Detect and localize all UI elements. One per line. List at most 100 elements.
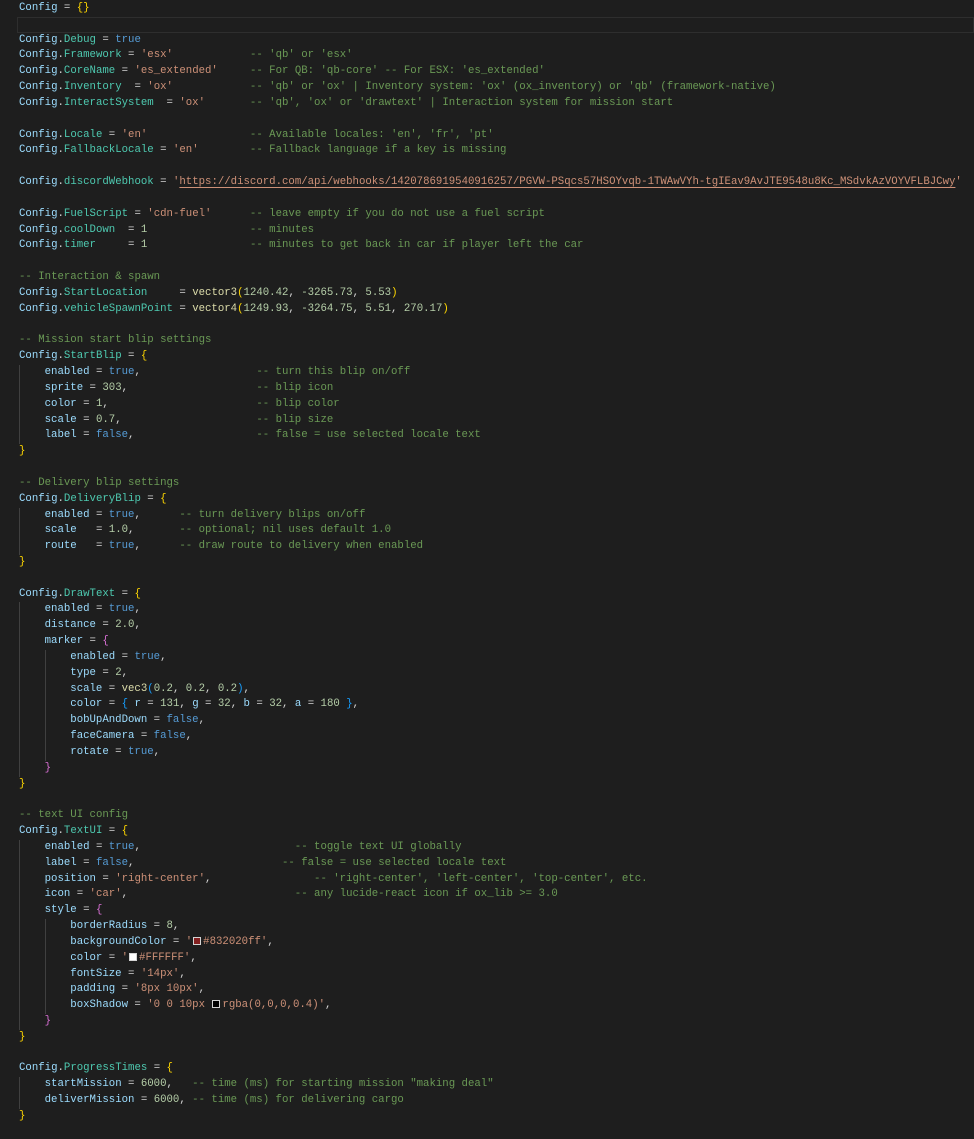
property: InteractSystem [63, 96, 154, 109]
comment: -- Fallback language if a key is missing [249, 144, 507, 157]
number: 1249.93 [243, 302, 289, 315]
code-line[interactable]: position = 'right-center', -- 'right-cen… [19, 871, 974, 888]
code-line[interactable]: type = 2, [19, 665, 974, 682]
code-line[interactable]: Config = {} [19, 1, 974, 17]
code-line[interactable]: Config.TextUI = { [19, 824, 974, 840]
code-line[interactable]: scale = vec3(0.2, 0.2, 0.2), [19, 681, 974, 698]
code-line[interactable]: sprite = 303, -- blip icon [19, 380, 974, 397]
comment: -- Mission start blip settings [19, 334, 212, 347]
code-line[interactable]: -- Mission start blip settings [19, 333, 974, 349]
property: StartLocation [63, 286, 148, 299]
color-swatch-icon[interactable] [212, 1000, 221, 1009]
code-line[interactable]: Config.Debug = true [19, 33, 974, 49]
code-line[interactable]: startMission = 6000, -- time (ms) for st… [19, 1077, 974, 1094]
bracket: { [121, 825, 129, 838]
code-line[interactable]: } [19, 555, 974, 571]
code-line[interactable]: rotate = true, [19, 744, 974, 761]
code-line[interactable]: } [19, 444, 974, 460]
code-line[interactable]: Config.discordWebhook = 'https://discord… [19, 175, 974, 191]
webhook-url-link[interactable]: https://discord.com/api/webhooks/1420786… [179, 176, 955, 188]
code-line[interactable]: -- text UI config [19, 808, 974, 824]
indent-guide [19, 665, 45, 682]
code-line[interactable]: Config.InteractSystem = 'ox' -- 'qb', 'o… [19, 96, 974, 112]
code-line[interactable]: } [19, 1014, 974, 1030]
punctuation: , [115, 413, 257, 426]
code-line[interactable]: backgroundColor = ' #832020ff', [19, 934, 974, 951]
code-line[interactable] [19, 159, 974, 175]
code-line[interactable] [19, 191, 974, 207]
code-line[interactable]: Config.Inventory = 'ox' -- 'qb' or 'ox' … [19, 80, 974, 96]
code-line[interactable]: Config.FuelScript = 'cdn-fuel' -- leave … [19, 207, 974, 223]
indent-guide [44, 998, 71, 1014]
code-line[interactable]: icon = 'car', -- any lucide-react icon i… [19, 887, 974, 904]
punctuation: = [102, 825, 122, 838]
code-line[interactable]: boxShadow = '0 0 10px rgba(0,0,0,0.4)', [19, 998, 974, 1014]
code-line[interactable]: distance = 2.0, [19, 618, 974, 635]
code-line[interactable]: scale = 0.7, -- blip size [19, 412, 974, 429]
property: StartBlip [63, 350, 122, 363]
code-line[interactable]: Config.StartBlip = { [19, 349, 974, 365]
comment: -- Delivery blip settings [19, 476, 180, 489]
code-line[interactable]: enabled = true, [19, 649, 974, 666]
code-line[interactable]: borderRadius = 8, [19, 919, 974, 935]
identifier: enabled [44, 366, 90, 379]
code-line[interactable]: color = { r = 131, g = 32, b = 32, a = 1… [19, 697, 974, 714]
code-line[interactable]: fontSize = '14px', [19, 966, 974, 983]
code-line[interactable]: style = { [19, 903, 974, 920]
code-line[interactable]: bobUpAndDown = false, [19, 713, 974, 730]
current-line[interactable] [17, 16, 974, 33]
code-line[interactable]: faceCamera = false, [19, 729, 974, 745]
code-line[interactable]: enabled = true, -- turn this blip on/off [19, 365, 974, 381]
code-line[interactable]: Config.coolDown = 1 -- minutes [19, 223, 974, 239]
code-line[interactable]: deliverMission = 6000, -- time (ms) for … [19, 1093, 974, 1109]
color-swatch-icon[interactable] [129, 952, 138, 961]
bracket: { [166, 1062, 173, 1075]
comment: -- text UI config [19, 809, 129, 822]
indent-guide [44, 934, 71, 951]
code-line[interactable]: padding = '8px 10px', [19, 982, 974, 999]
indent-guide [19, 681, 45, 698]
code-line[interactable]: } [19, 1030, 974, 1046]
code-line[interactable]: Config.Locale = 'en' -- Available locale… [19, 128, 974, 144]
code-line[interactable]: enabled = true, -- turn delivery blips o… [19, 507, 974, 524]
color-swatch-icon[interactable] [193, 936, 202, 945]
punctuation: = [134, 1094, 154, 1107]
code-line[interactable]: Config.StartLocation = vector3(1240.42, … [19, 286, 974, 302]
code-line[interactable]: Config.ProgressTimes = { [19, 1061, 974, 1077]
code-line[interactable]: Config.DrawText = { [19, 587, 974, 603]
code-line[interactable]: scale = 1.0, -- optional; nil uses defau… [19, 523, 974, 540]
code-line[interactable]: Config.DeliveryBlip = { [19, 492, 974, 508]
code-line[interactable] [19, 1046, 974, 1062]
punctuation: = [57, 2, 77, 14]
code-line[interactable]: } [19, 777, 974, 793]
code-line[interactable]: enabled = true, -- toggle text UI global… [19, 839, 974, 856]
code-line[interactable]: -- Interaction & spawn [19, 270, 974, 286]
code-line[interactable]: Config.timer = 1 -- minutes to get back … [19, 238, 974, 254]
code-line[interactable] [19, 460, 974, 476]
identifier: faceCamera [70, 730, 135, 743]
indent-guide [19, 966, 45, 983]
code-line[interactable]: enabled = true, [19, 602, 974, 619]
code-line[interactable]: } [19, 1109, 974, 1125]
code-line[interactable] [19, 792, 974, 808]
code-line[interactable]: label = false, -- false = use selected l… [19, 855, 974, 872]
keyword: true [108, 603, 135, 616]
code-line[interactable]: color = ' #FFFFFF', [19, 950, 974, 967]
code-line[interactable] [19, 571, 974, 587]
code-line[interactable]: Config.FallbackLocale = 'en' -- Fallback… [19, 143, 974, 159]
code-line[interactable] [19, 318, 974, 334]
code-line[interactable]: } [19, 760, 974, 777]
code-line[interactable]: marker = { [19, 634, 974, 650]
code-line[interactable]: label = false, -- false = use selected l… [19, 428, 974, 445]
code-editor[interactable]: Config = {} Config.Debug = true Config.Fra… [17, 1, 974, 1125]
code-line[interactable]: Config.vehicleSpawnPoint = vector4(1249.… [19, 302, 974, 318]
code-line[interactable] [19, 254, 974, 270]
code-line[interactable]: route = true, -- draw route to delivery … [19, 539, 974, 555]
code-line[interactable]: color = 1, -- blip color [19, 396, 974, 413]
code-line[interactable] [19, 112, 974, 128]
code-line[interactable]: Config.CoreName = 'es_extended' -- For Q… [19, 64, 974, 80]
bracket: } [44, 1015, 52, 1027]
code-line[interactable]: -- Delivery blip settings [19, 476, 974, 492]
code-line[interactable]: Config.Framework = 'esx' -- 'qb' or 'esx… [19, 48, 974, 64]
punctuation: = [121, 350, 141, 363]
